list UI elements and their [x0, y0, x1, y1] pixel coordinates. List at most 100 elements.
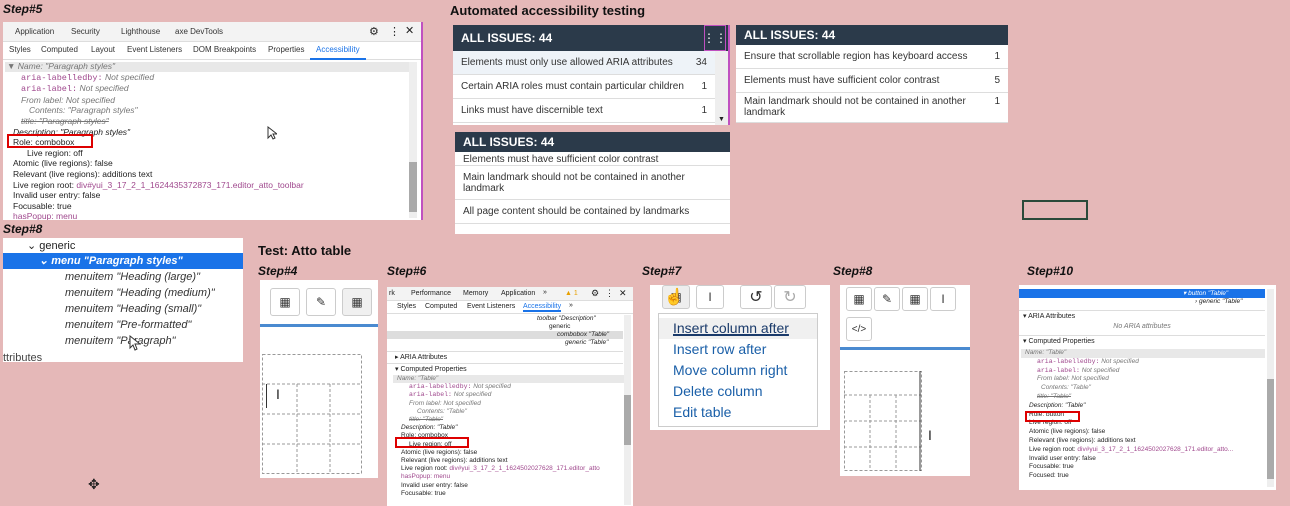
tab-memory[interactable]: Memory: [463, 290, 488, 297]
aria-section-label: ARIA Attributes: [1028, 313, 1076, 320]
table-icon[interactable]: ▦: [902, 287, 928, 311]
tab-computed[interactable]: Computed: [35, 42, 84, 58]
tab-properties[interactable]: Properties: [262, 42, 310, 58]
close-icon[interactable]: ✕: [619, 288, 627, 299]
tree-combobox[interactable]: combobox "Table": [387, 331, 623, 339]
step6-scrollbar[interactable]: [624, 315, 631, 505]
issue-text[interactable]: Certain ARIA roles must contain particul…: [461, 81, 684, 92]
issue-text[interactable]: Links must have discernible text: [461, 105, 603, 116]
tab-security[interactable]: Security: [65, 24, 106, 40]
step5-top-tabbar: Application Security Lighthouse axe DevT…: [3, 22, 421, 42]
axe-scrollbar[interactable]: ▼: [715, 51, 728, 125]
table-icon[interactable]: ▦: [342, 288, 372, 316]
aria-attributes-section[interactable]: ▾ ARIA Attributes: [1019, 310, 1265, 322]
text-cursor-icon: I: [276, 386, 280, 402]
dashed-table[interactable]: [844, 371, 922, 471]
from-label: From label: Not specified: [409, 399, 481, 407]
text-cursor-icon[interactable]: I: [696, 285, 724, 309]
focusable-line: Focusable: true: [13, 200, 72, 211]
warning-badge[interactable]: ▲ 1: [565, 290, 578, 297]
tab-application[interactable]: Application: [9, 24, 60, 40]
role-highlight-box: [1025, 411, 1080, 422]
edit-icon[interactable]: ✎: [306, 288, 336, 316]
issue-text[interactable]: Ensure that scrollable region has keyboa…: [744, 51, 967, 62]
close-icon[interactable]: ✕: [405, 24, 414, 37]
tree-menuitem-preformatted[interactable]: menuitem "Pre-formatted": [65, 317, 191, 333]
more-tabs-icon[interactable]: »: [543, 289, 547, 296]
tree-menuitem-heading-medium[interactable]: menuitem "Heading (medium)": [65, 285, 215, 301]
tab-lighthouse[interactable]: Lighthouse: [115, 24, 166, 40]
issue-text[interactable]: Elements must have sufficient color cont…: [463, 154, 658, 165]
tab-styles[interactable]: Styles: [3, 42, 37, 58]
tab-application[interactable]: Application: [501, 290, 535, 297]
tab-performance[interactable]: Performance: [411, 290, 451, 297]
axe-header-1: ALL ISSUES: 44: [453, 25, 728, 51]
tab-layout[interactable]: Layout: [85, 42, 121, 58]
tree-menuitem-heading-large[interactable]: menuitem "Heading (large)": [65, 269, 200, 285]
tree-generic[interactable]: generic: [39, 240, 75, 252]
aria-label-value: Not specified: [79, 83, 129, 94]
tree-generic[interactable]: generic: [387, 323, 623, 331]
live-root-value[interactable]: div#yui_3_17_2_1_1624502027628_171.edito…: [449, 465, 599, 472]
tree-menu[interactable]: menu "Paragraph styles": [51, 255, 182, 267]
tab-event-listeners[interactable]: Event Listeners: [467, 303, 515, 310]
tree-menuitem-paragraph[interactable]: menuitem "Paragraph": [65, 333, 176, 349]
text-cursor-icon[interactable]: I: [930, 287, 956, 311]
tree-generic-table[interactable]: › generic "Table": [1195, 298, 1242, 305]
grid-icon[interactable]: ⋮⋮: [703, 25, 727, 51]
chevron-down-icon[interactable]: ⌄: [27, 240, 36, 252]
step8b-label: Step#8: [833, 264, 873, 278]
from-label: From label: Not specified: [1037, 375, 1109, 383]
chevron-down-icon[interactable]: ⌄: [39, 255, 48, 267]
issue-text[interactable]: Elements must only use allowed ARIA attr…: [461, 57, 673, 68]
aria-attributes-section[interactable]: ▸ ARIA Attributes: [387, 351, 623, 363]
gear-icon[interactable]: ⚙: [369, 25, 379, 38]
tree-menuitem-heading-small[interactable]: menuitem "Heading (small)": [65, 301, 201, 317]
computed-properties-section[interactable]: ▾ Computed Properties: [387, 363, 623, 375]
more-icon[interactable]: ⋮: [389, 25, 400, 38]
role-highlight-box: [7, 134, 93, 148]
issue-text[interactable]: Main landmark should not be contained in…: [744, 96, 974, 118]
more-tabs-icon[interactable]: »: [569, 302, 573, 309]
tab-dom-breakpoints[interactable]: DOM Breakpoints: [187, 42, 262, 58]
redo-icon[interactable]: ↻: [774, 285, 806, 309]
axe-issue-list-1: Elements must only use allowed ARIA attr…: [453, 51, 715, 123]
step5-scrollbar[interactable]: [409, 62, 417, 218]
menu-insert-column-after[interactable]: Insert column after: [659, 318, 817, 339]
live-root-value[interactable]: div#yui_3_17_2_1_1624435372873_171: [76, 180, 230, 190]
tab-axe-devtools[interactable]: axe DevTools: [169, 24, 229, 40]
axe-header-label: ALL ISSUES:: [461, 31, 536, 45]
table-icon[interactable]: ▦: [846, 287, 872, 311]
computed-section-label: Computed Properties: [1028, 338, 1095, 345]
axe-issue-count: 44: [540, 135, 555, 149]
text-caret: [266, 384, 267, 408]
edit-icon[interactable]: ✎: [874, 287, 900, 311]
tab-styles[interactable]: Styles: [397, 303, 416, 310]
tree-button-table[interactable]: ▾ button "Table": [1183, 289, 1228, 297]
dashed-table[interactable]: [262, 354, 362, 474]
tab-computed[interactable]: Computed: [425, 303, 457, 310]
gear-icon[interactable]: ⚙: [591, 288, 599, 299]
tree-generic-table[interactable]: generic "Table": [387, 339, 623, 347]
html-source-icon[interactable]: </>: [846, 317, 872, 341]
live-root-value[interactable]: div#yui_3_17_2_1_1624502027628_171.edito…: [1077, 446, 1233, 453]
computed-properties-section[interactable]: ▾ Computed Properties: [1019, 335, 1265, 347]
tab-event-listeners[interactable]: Event Listeners: [121, 42, 188, 58]
issue-text[interactable]: All page content should be contained by …: [463, 206, 689, 217]
undo-icon[interactable]: ↺: [740, 285, 772, 309]
tree-toolbar[interactable]: toolbar "Description": [387, 315, 623, 323]
menu-move-column-right[interactable]: Move column right: [659, 360, 817, 381]
tab-accessibility[interactable]: Accessibility: [523, 303, 562, 312]
cursor-icon: [267, 126, 277, 140]
tab-network[interactable]: rk: [389, 290, 395, 297]
issue-text[interactable]: Elements must have sufficient color cont…: [744, 75, 939, 86]
menu-delete-column[interactable]: Delete column: [659, 381, 817, 402]
step10-scrollbar[interactable]: [1267, 289, 1274, 487]
issue-text[interactable]: Main landmark should not be contained in…: [463, 172, 703, 194]
menu-insert-row-after[interactable]: Insert row after: [659, 339, 817, 360]
more-icon[interactable]: ⋮: [605, 288, 614, 299]
tab-accessibility[interactable]: Accessibility: [310, 42, 366, 60]
table-icon[interactable]: ▦: [270, 288, 300, 316]
menu-edit-table[interactable]: Edit table: [659, 402, 817, 423]
aria-labelledby-value: Not specified: [473, 383, 511, 391]
